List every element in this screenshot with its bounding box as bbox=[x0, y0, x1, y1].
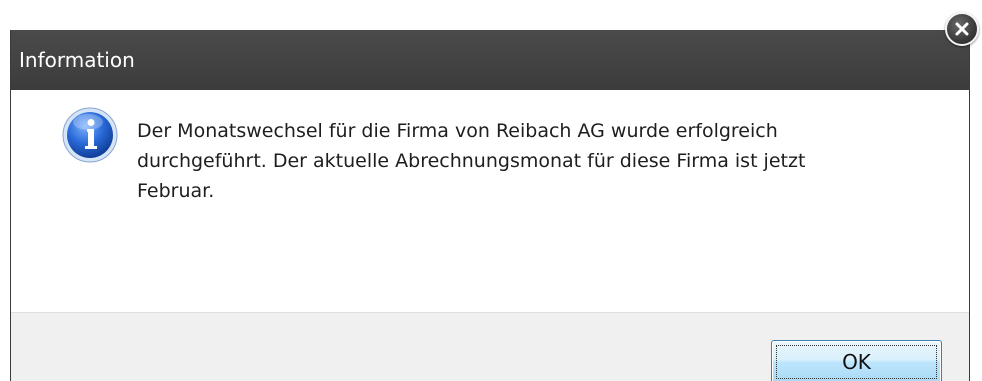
dialog-titlebar[interactable]: Information bbox=[11, 30, 969, 90]
page: Information Der Monatswechsel für die Fi… bbox=[0, 0, 982, 381]
dialog-footer: OK bbox=[11, 312, 969, 381]
ok-button[interactable]: OK bbox=[771, 340, 942, 381]
ok-button-label: OK bbox=[842, 350, 871, 374]
info-icon bbox=[61, 106, 119, 164]
information-dialog: Information Der Monatswechsel für die Fi… bbox=[10, 30, 970, 381]
close-button[interactable] bbox=[945, 12, 979, 46]
dialog-title: Information bbox=[19, 48, 135, 72]
dialog-message: Der Monatswechsel für die Firma von Reib… bbox=[137, 120, 806, 202]
